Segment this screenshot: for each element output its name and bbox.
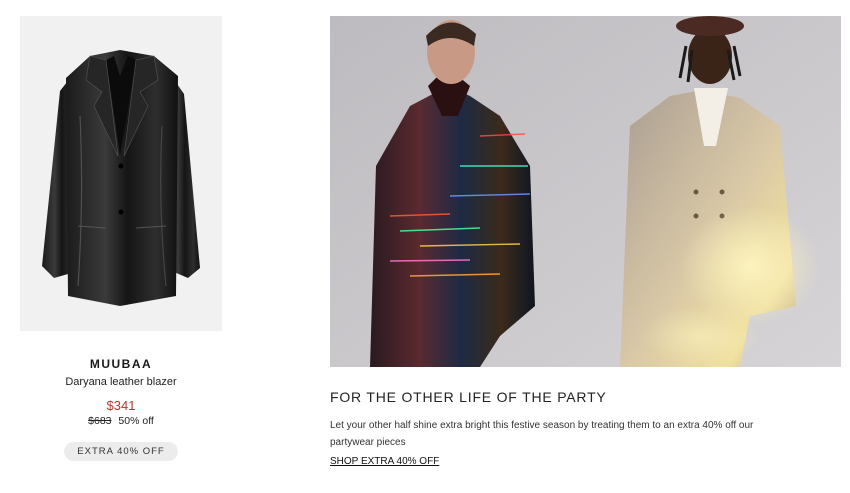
product-name[interactable]: Daryana leather blazer <box>20 376 222 389</box>
sale-price: $341 <box>106 398 136 413</box>
leather-blazer-illustration <box>42 50 200 306</box>
shop-extra-40-off-link[interactable]: SHOP EXTRA 40% OFF <box>330 456 439 467</box>
editorial-hero-image[interactable] <box>330 16 841 367</box>
original-price: $683 <box>88 415 112 427</box>
offer-badge: EXTRA 40% OFF <box>64 442 178 461</box>
editorial-banner: FOR THE OTHER LIFE OF THE PARTY Let your… <box>330 16 841 469</box>
editorial-headline: FOR THE OTHER LIFE OF THE PARTY <box>330 389 607 405</box>
product-brand[interactable]: MUUBAA <box>20 357 222 371</box>
price-row: $683 50% off <box>20 415 222 428</box>
product-card[interactable]: MUUBAA Daryana leather blazer $341 $683 … <box>20 16 222 461</box>
editorial-body: Let your other half shine extra bright t… <box>330 420 754 448</box>
product-info: MUUBAA Daryana leather blazer $341 $683 … <box>20 357 222 461</box>
discount-label: 50% off <box>118 415 154 427</box>
product-image[interactable] <box>20 16 222 331</box>
party-models-illustration <box>330 16 841 367</box>
